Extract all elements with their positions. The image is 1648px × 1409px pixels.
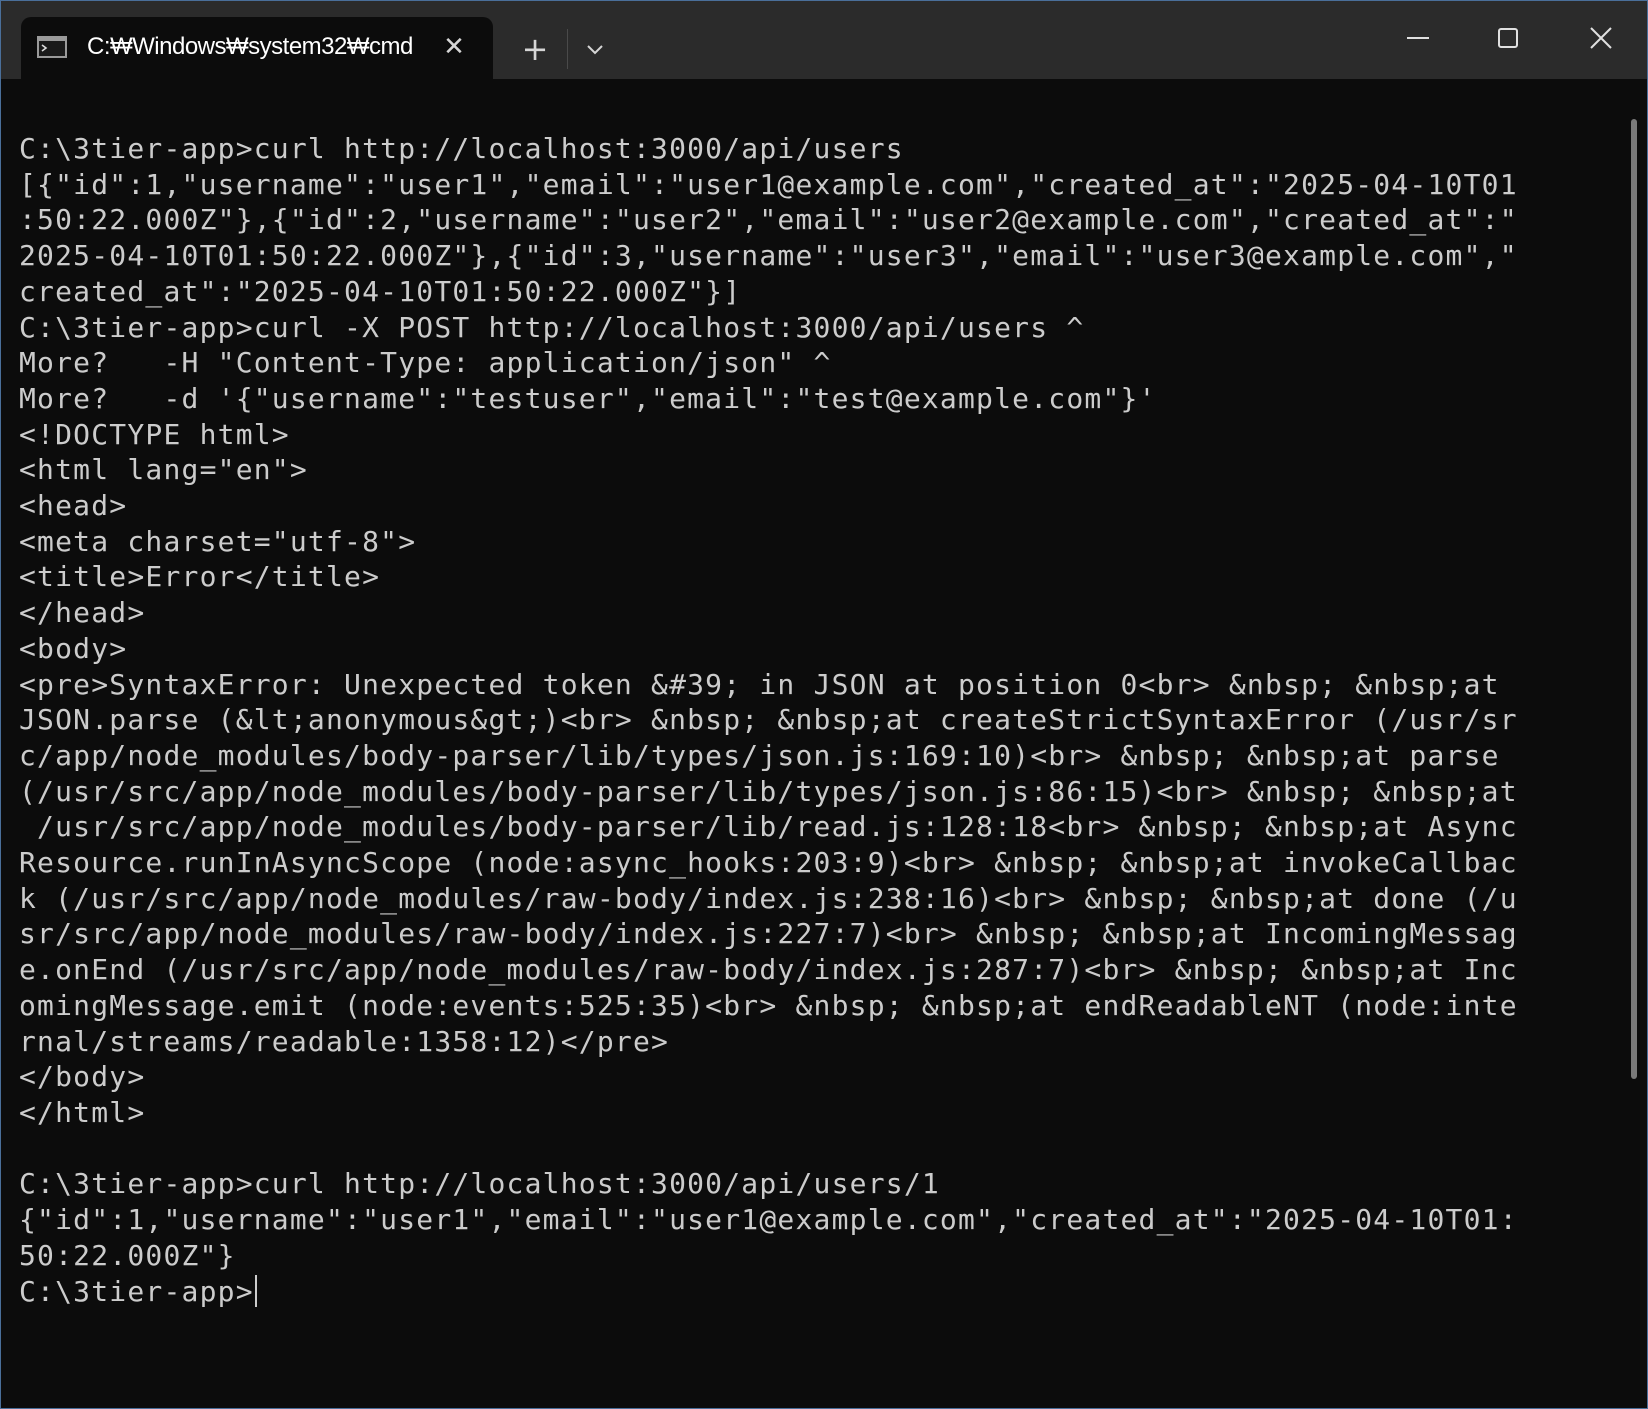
terminal-line: C:\3tier-app>curl http://localhost:3000/…	[19, 132, 904, 165]
text-cursor	[254, 1274, 257, 1307]
close-icon[interactable]	[1571, 17, 1631, 57]
title-bar[interactable]: C:₩Windows₩system32₩cmd ✕ +	[1, 1, 1647, 79]
terminal-line: omingMessage.emit (node:events:525:35)<b…	[19, 988, 1518, 1022]
terminal-line: sr/src/app/node_modules/raw-body/index.j…	[19, 917, 1518, 951]
terminal-line: e.onEnd (/usr/src/app/node_modules/raw-b…	[19, 953, 1518, 987]
terminal-line: Resource.runInAsyncScope (node:async_hoo…	[19, 846, 1518, 880]
terminal-line: More? -H "Content-Type: application/json…	[19, 346, 832, 380]
terminal-line: 50:22.000Z"}	[19, 1238, 236, 1272]
terminal-line: C:\3tier-app>curl -X POST http://localho…	[19, 310, 1085, 344]
minimize-icon[interactable]	[1389, 17, 1449, 57]
terminal-line: k (/usr/src/app/node_modules/raw-body/in…	[19, 881, 1518, 915]
terminal-line: (/usr/src/app/node_modules/body-parser/l…	[19, 774, 1518, 808]
terminal-window: C:₩Windows₩system32₩cmd ✕ + C:\3tier-app…	[0, 0, 1648, 1409]
terminal-line: <!DOCTYPE html>	[19, 417, 290, 451]
terminal-output[interactable]: C:\3tier-app>curl http://localhost:3000/…	[19, 131, 1599, 1391]
terminal-line: <pre>SyntaxError: Unexpected token &#39;…	[19, 667, 1500, 701]
terminal-line: {"id":1,"username":"user1","email":"user…	[19, 1203, 1518, 1237]
terminal-lines: C:\3tier-app>curl http://localhost:3000/…	[19, 132, 1518, 1272]
terminal-line: :50:22.000Z"},{"id":2,"username":"user2"…	[19, 203, 1518, 237]
terminal-line: c/app/node_modules/body-parser/lib/types…	[19, 738, 1500, 772]
chevron-down-icon[interactable]	[579, 31, 611, 67]
terminal-line: </body>	[19, 1060, 146, 1094]
tab-close-icon[interactable]: ✕	[439, 32, 469, 62]
terminal-line: <title>Error</title>	[19, 560, 381, 594]
terminal-line: C:\3tier-app>curl http://localhost:3000/…	[19, 1167, 940, 1201]
tab-cmd[interactable]: C:₩Windows₩system32₩cmd ✕	[21, 17, 493, 79]
terminal-line: <meta charset="utf-8">	[19, 524, 417, 558]
terminal-line: <head>	[19, 489, 128, 523]
terminal-line: 2025-04-10T01:50:22.000Z"},{"id":3,"user…	[19, 239, 1518, 273]
maximize-icon[interactable]	[1479, 17, 1539, 57]
terminal-line: rnal/streams/readable:1358:12)</pre>	[19, 1024, 670, 1058]
terminal-line: <html lang="en">	[19, 453, 308, 487]
terminal-line: </head>	[19, 596, 146, 630]
terminal-line: JSON.parse (&lt;anonymous&gt;)<br> &nbsp…	[19, 703, 1518, 737]
terminal-line: More? -d '{"username":"testuser","email"…	[19, 381, 1157, 415]
terminal-line: /usr/src/app/node_modules/body-parser/li…	[19, 810, 1518, 844]
terminal-line: </html>	[19, 1095, 146, 1129]
terminal-line: created_at":"2025-04-10T01:50:22.000Z"}]	[19, 274, 742, 308]
terminal-line: [{"id":1,"username":"user1","email":"use…	[19, 167, 1518, 201]
tab-separator	[567, 29, 568, 69]
vertical-scrollbar[interactable]	[1631, 119, 1637, 1079]
console-icon	[37, 35, 67, 59]
new-tab-button[interactable]: +	[517, 31, 553, 67]
terminal-line: <body>	[19, 631, 128, 665]
tab-title: C:₩Windows₩system32₩cmd	[87, 33, 413, 60]
terminal-prompt: C:\3tier-app>	[19, 1274, 254, 1308]
